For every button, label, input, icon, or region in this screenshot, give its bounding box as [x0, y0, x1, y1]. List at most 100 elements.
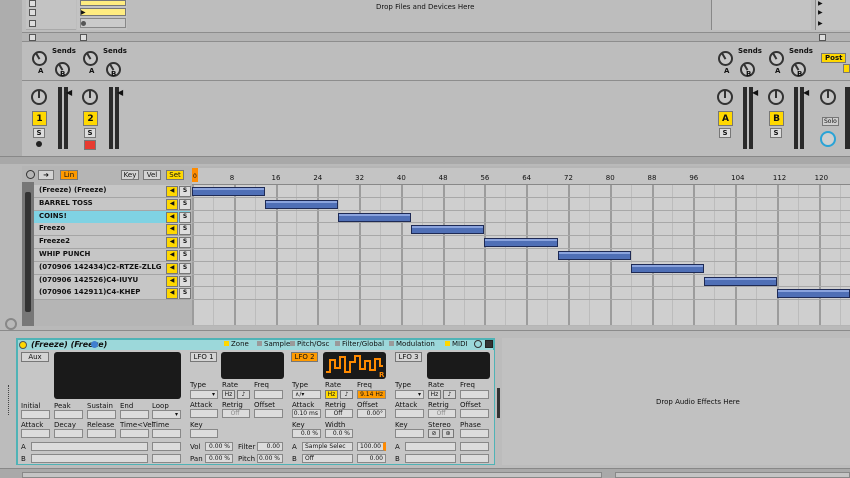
stop-clip-square-2[interactable] — [29, 9, 36, 16]
env-peak-field[interactable] — [54, 410, 83, 419]
drum-lane[interactable]: (070906 142526)C4-IUYU ◀ S — [34, 274, 191, 288]
device-left-grip[interactable] — [8, 385, 11, 415]
env-attack-field[interactable] — [21, 429, 50, 438]
pan-field[interactable]: 0.00 % — [205, 454, 233, 463]
lfo1-hz-button[interactable]: Hz — [222, 390, 235, 399]
midi-note[interactable] — [776, 289, 850, 299]
device-hotswap-icon[interactable] — [91, 341, 98, 348]
track2-stop-button[interactable] — [80, 34, 87, 41]
drum-lane[interactable]: Freezo ◀ S — [34, 223, 191, 237]
return-a-volume-arrow-icon[interactable]: ◀ — [752, 88, 758, 97]
lfo2-mod-a-select[interactable]: Sample Selec — [302, 442, 353, 451]
track1-solo-button[interactable]: S — [33, 128, 45, 138]
device-tab[interactable]: Filter/Global — [335, 340, 384, 348]
aux-mod-b-select[interactable] — [31, 454, 148, 463]
view-splitter[interactable] — [0, 156, 850, 164]
solo-button[interactable]: S — [179, 262, 191, 274]
solo-button[interactable]: S — [179, 211, 191, 223]
speaker-icon[interactable]: ◀ — [166, 224, 178, 236]
speaker-icon[interactable]: ◀ — [166, 275, 178, 287]
device-help-icon[interactable] — [474, 340, 482, 348]
master-yellow-tab[interactable] — [843, 64, 850, 73]
editor-vel-button[interactable]: Vel — [143, 170, 161, 180]
speaker-icon[interactable]: ◀ — [166, 237, 178, 249]
track2-send-a-knob[interactable] — [83, 51, 98, 66]
solo-button[interactable]: S — [179, 275, 191, 287]
track2-solo-button[interactable]: S — [84, 128, 96, 138]
return-b-volume-arrow-icon[interactable]: ◀ — [803, 88, 809, 97]
midi-note[interactable] — [265, 199, 339, 209]
drum-lane[interactable]: COINS! ◀ S — [34, 210, 191, 224]
solo-button[interactable]: S — [179, 198, 191, 210]
env-initial-field[interactable] — [21, 410, 50, 419]
master-post-button[interactable]: Post — [821, 53, 847, 63]
midi-note[interactable] — [630, 263, 704, 273]
lfo2-tab[interactable]: LFO 2 — [291, 352, 318, 362]
lfo3-type-select[interactable]: ▾ — [395, 390, 424, 399]
device-power-icon[interactable] — [19, 341, 27, 349]
speaker-icon[interactable]: ◀ — [166, 198, 178, 210]
lfo3-tab[interactable]: LFO 3 — [395, 352, 422, 362]
speaker-icon[interactable]: ◀ — [166, 288, 178, 300]
midi-note[interactable] — [703, 276, 777, 286]
lfo2-width-field[interactable]: 0.0 % — [325, 429, 353, 438]
lfo3-mod-a-amount[interactable] — [460, 442, 489, 451]
track1-pan-knob[interactable] — [31, 89, 47, 105]
track1-send-a-knob[interactable] — [32, 51, 47, 66]
editor-settings-icon[interactable] — [26, 170, 35, 179]
lfo3-mod-a-select[interactable] — [405, 442, 456, 451]
editor-fold-circle-icon[interactable] — [5, 318, 17, 330]
track1-stop-button[interactable] — [29, 34, 36, 41]
aux-tab[interactable]: Aux — [21, 352, 49, 362]
midi-note[interactable] — [484, 238, 558, 248]
clip-slot-yellow-2[interactable] — [80, 8, 126, 16]
lfo2-mod-b-select[interactable]: Off — [302, 454, 353, 463]
lfo1-freq-field[interactable] — [254, 390, 283, 399]
drum-lane[interactable]: (070906 142434)C2-RTZE-ZLLG ◀ S — [34, 261, 191, 275]
speaker-icon[interactable]: ◀ — [166, 262, 178, 274]
aux-mod-a-select[interactable] — [31, 442, 148, 451]
lfo3-offset-field[interactable] — [460, 409, 489, 418]
track2-pan-knob[interactable] — [82, 89, 98, 105]
status-field-left[interactable] — [22, 472, 602, 478]
env-release-field[interactable] — [87, 429, 116, 438]
editor-lin-button[interactable]: Lin — [60, 170, 78, 180]
lfo3-freq-field[interactable] — [460, 390, 489, 399]
lfo3-hz-button[interactable]: Hz — [428, 390, 441, 399]
return-a-activator-button[interactable]: A — [718, 111, 733, 126]
device-tab[interactable]: Modulation — [389, 340, 435, 348]
editor-key-button[interactable]: Key — [121, 170, 139, 180]
env-time-field[interactable] — [152, 429, 181, 438]
lfo3-mod-b-select[interactable] — [405, 454, 456, 463]
device-tab[interactable]: Pitch/Osc — [290, 340, 329, 348]
lfo2-retrig-toggle[interactable]: Off — [325, 409, 353, 418]
env-end-field[interactable] — [120, 410, 149, 419]
env-timevel-field[interactable] — [120, 429, 149, 438]
speaker-icon[interactable]: ◀ — [166, 211, 178, 223]
return-b-solo-button[interactable]: S — [770, 128, 782, 138]
lfo3-phase-field[interactable] — [460, 429, 489, 438]
lfo2-offset-field[interactable]: 0.00° — [357, 409, 386, 418]
lfo2-freq-field[interactable]: 9.14 Hz — [357, 390, 386, 399]
editor-scroll-handle[interactable] — [25, 192, 31, 312]
drum-lane[interactable]: WHIP PUNCH ◀ S — [34, 249, 191, 262]
device-tab[interactable]: Zone — [224, 340, 249, 348]
solo-button[interactable]: S — [179, 237, 191, 249]
lfo2-hz-button[interactable]: Hz — [325, 390, 338, 399]
track2-volume-arrow-icon[interactable]: ◀ — [117, 88, 123, 97]
lfo2-type-select[interactable]: ∧∕▾ — [292, 390, 321, 399]
return-b-activator-button[interactable]: B — [769, 111, 784, 126]
lfo3-attack-field[interactable] — [395, 409, 424, 418]
lfo2-mod-b-amount[interactable]: 0.00 — [357, 454, 386, 463]
lfo1-retrig-toggle[interactable]: Off — [222, 409, 250, 418]
lfo1-key-field[interactable] — [190, 429, 218, 438]
lfo1-attack-field[interactable] — [190, 409, 218, 418]
device-tab[interactable]: Sample — [257, 340, 290, 348]
drum-lane[interactable]: (Freeze) (Freeze) ◀ S — [34, 185, 191, 198]
lfo3-stereo-spin-icon[interactable]: ⊛ — [442, 429, 454, 438]
master-scene-launch-icon-1[interactable]: ▶ — [818, 0, 823, 7]
clip-slot-yellow-1[interactable] — [80, 0, 126, 6]
clip-slot-empty-3[interactable] — [80, 18, 126, 28]
track2-activator-button[interactable]: 2 — [83, 111, 98, 126]
speaker-icon[interactable]: ◀ — [166, 186, 178, 197]
